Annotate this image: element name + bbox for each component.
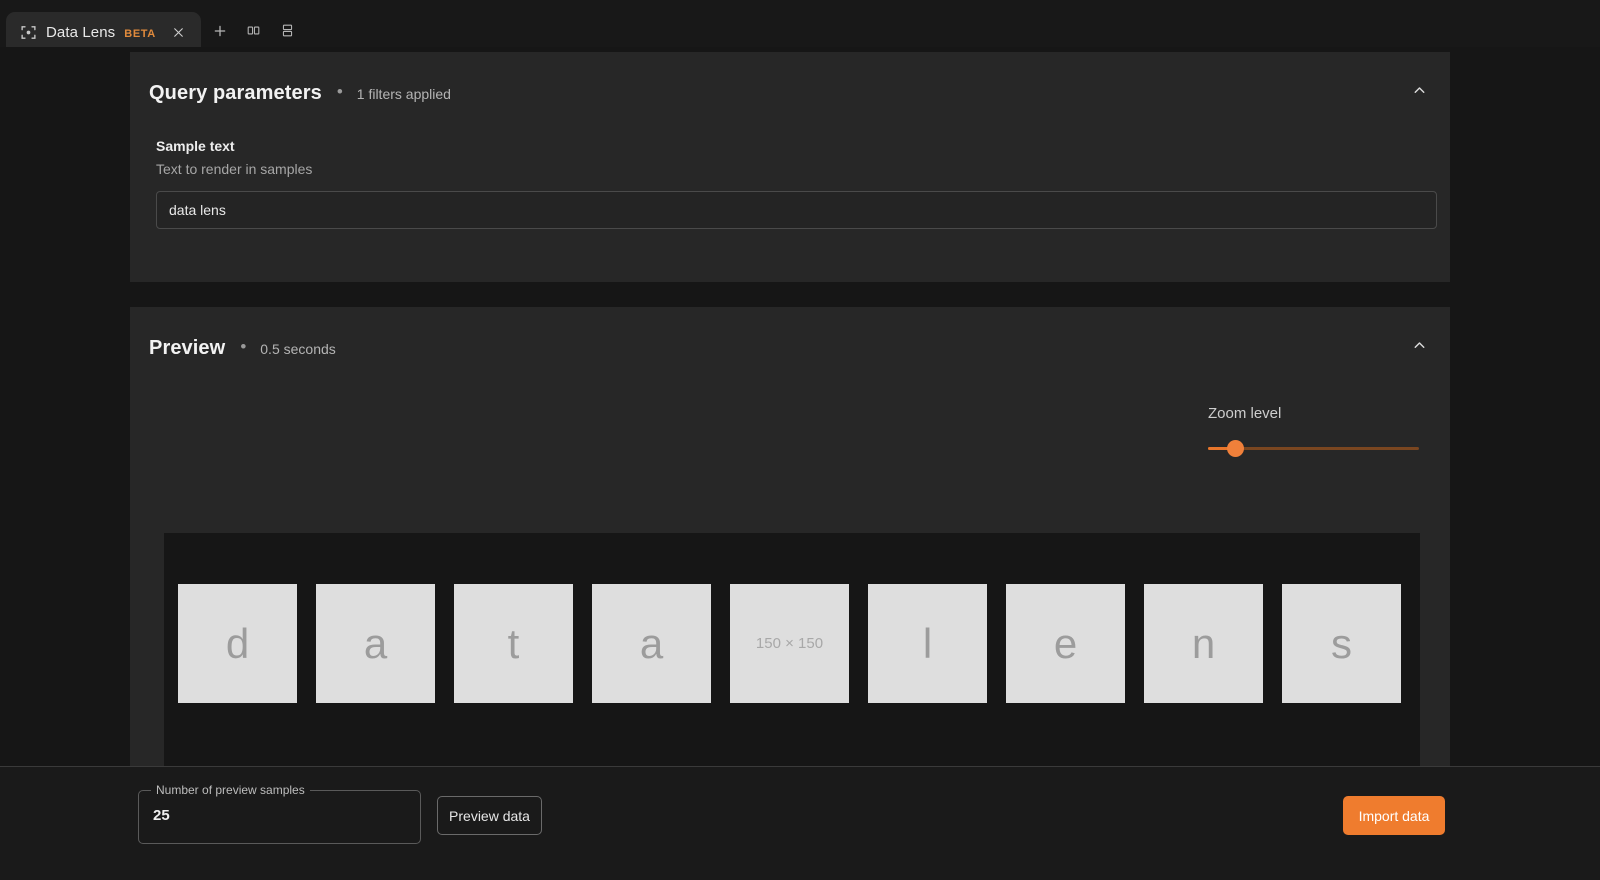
title-bar: Data Lens BETA bbox=[0, 0, 1600, 53]
plus-icon bbox=[212, 23, 228, 44]
sample-text-input[interactable] bbox=[156, 191, 1437, 229]
preview-duration-status: 0.5 seconds bbox=[260, 340, 336, 357]
sample-tile: d bbox=[178, 584, 297, 703]
page-body: Query parameters • 1 filters applied Sam… bbox=[0, 47, 1600, 880]
sample-tile: e bbox=[1006, 584, 1125, 703]
header-separator: • bbox=[240, 336, 247, 356]
sample-tile: a bbox=[592, 584, 711, 703]
sample-text-label: Sample text bbox=[156, 138, 235, 154]
sample-tile: l bbox=[868, 584, 987, 703]
preview-card: Preview • 0.5 seconds Zoom level d a t a 150… bbox=[130, 307, 1450, 803]
chevron-up-icon bbox=[1411, 82, 1428, 104]
sample-tile: t bbox=[454, 584, 573, 703]
number-of-preview-samples-input[interactable] bbox=[153, 807, 393, 824]
zoom-level-label: Zoom level bbox=[1208, 405, 1282, 422]
preview-data-button[interactable]: Preview data bbox=[437, 796, 542, 835]
close-icon[interactable] bbox=[170, 24, 188, 42]
chevron-up-icon bbox=[1411, 337, 1428, 359]
preview-header: Preview • 0.5 seconds bbox=[130, 307, 1450, 360]
query-parameters-header: Query parameters • 1 filters applied bbox=[130, 52, 1450, 105]
scan-frame-icon bbox=[20, 24, 37, 41]
filters-applied-status: 1 filters applied bbox=[356, 85, 451, 102]
zoom-level-slider[interactable] bbox=[1208, 440, 1419, 457]
split-vertical-icon bbox=[246, 23, 261, 43]
bottom-action-bar: Number of preview samples Preview data I… bbox=[0, 766, 1600, 880]
header-separator: • bbox=[336, 81, 343, 101]
sample-tile-row: d a t a 150 × 150 l e n s bbox=[178, 584, 1401, 703]
split-horizontal-button[interactable] bbox=[273, 18, 303, 48]
sample-tile: s bbox=[1282, 584, 1401, 703]
sample-tile: a bbox=[316, 584, 435, 703]
beta-badge: BETA bbox=[124, 27, 156, 40]
query-parameters-card: Query parameters • 1 filters applied Sam… bbox=[130, 52, 1450, 282]
sample-text-field-group: Sample text Text to render in samples bbox=[130, 105, 1450, 229]
split-horizontal-icon bbox=[280, 23, 295, 43]
import-data-button[interactable]: Import data bbox=[1343, 796, 1445, 835]
number-of-preview-samples-field[interactable]: Number of preview samples bbox=[138, 783, 421, 844]
sample-tile: n bbox=[1144, 584, 1263, 703]
new-tab-button[interactable] bbox=[205, 18, 235, 48]
sample-text-help: Text to render in samples bbox=[156, 161, 313, 177]
tab-title: Data Lens bbox=[46, 24, 116, 41]
preview-title: Preview bbox=[149, 337, 226, 359]
sample-tile-broken: 150 × 150 bbox=[730, 584, 849, 703]
collapse-query-parameters-button[interactable] bbox=[1404, 78, 1434, 108]
slider-thumb[interactable] bbox=[1227, 440, 1245, 457]
zoom-level-control: Zoom level bbox=[1208, 405, 1420, 457]
split-vertical-button[interactable] bbox=[239, 18, 269, 48]
collapse-preview-button[interactable] bbox=[1404, 333, 1434, 363]
page-title: Query parameters bbox=[149, 82, 322, 104]
number-of-preview-samples-label: Number of preview samples bbox=[151, 783, 310, 797]
preview-samples-area: d a t a 150 × 150 l e n s bbox=[164, 533, 1420, 803]
